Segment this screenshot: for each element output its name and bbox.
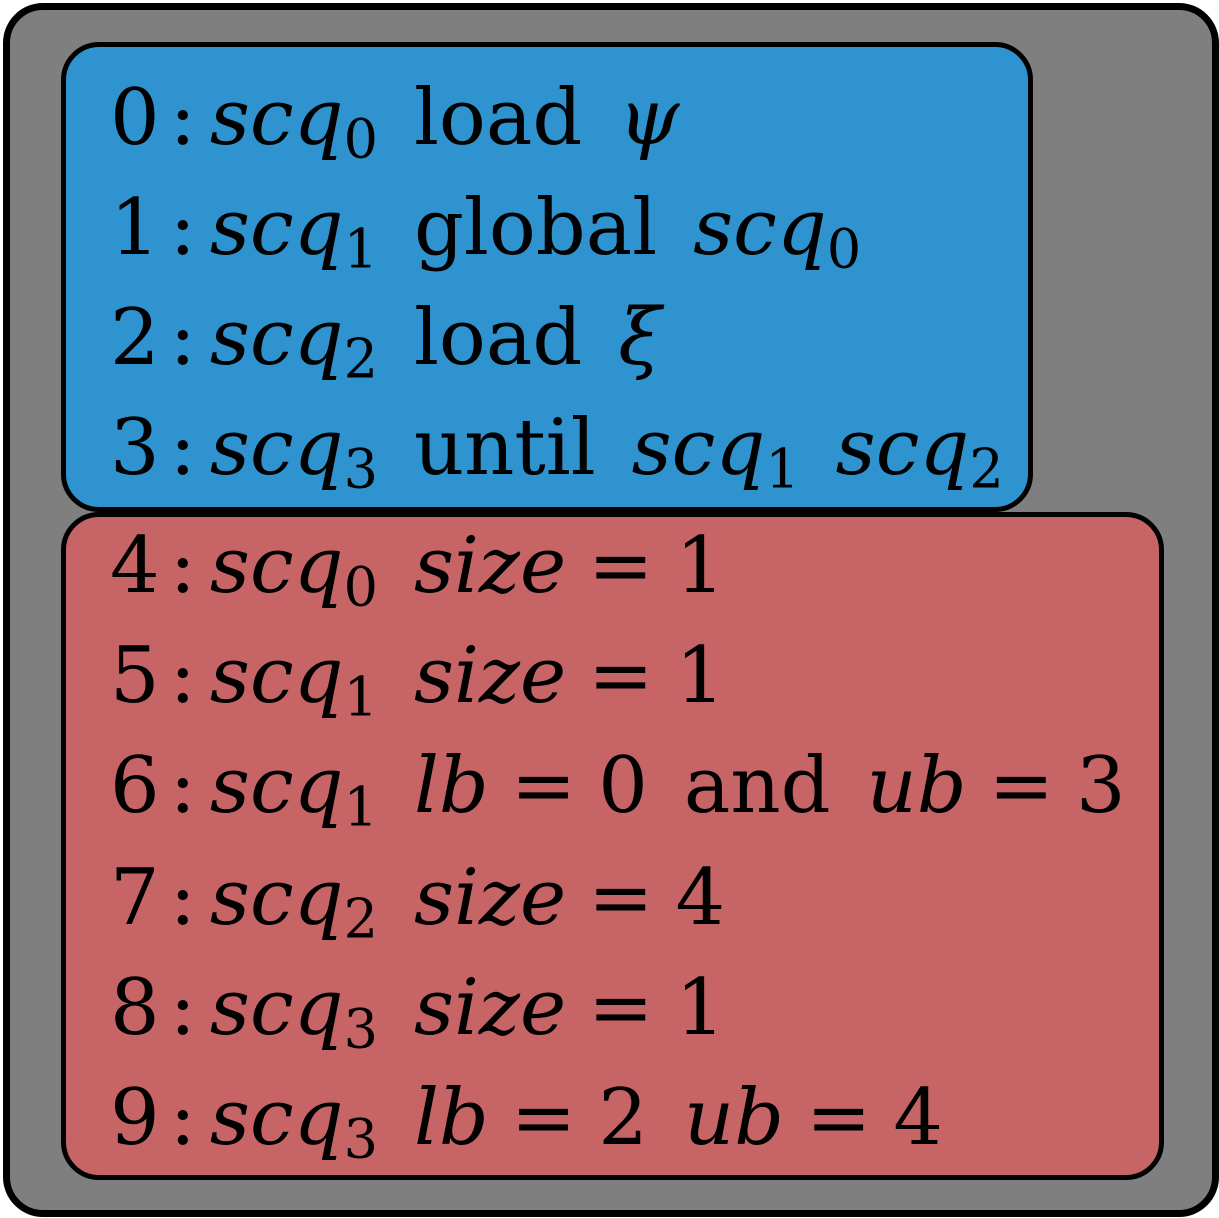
register-index: 2 xyxy=(343,327,378,391)
keyword: and xyxy=(683,741,831,831)
colon-separator: : xyxy=(169,183,196,273)
operator: = xyxy=(806,1073,872,1163)
operand-index: 2 xyxy=(969,437,1004,501)
parameter-name: lb xyxy=(413,741,489,831)
register-index: 1 xyxy=(343,665,378,729)
operator: = xyxy=(588,631,654,721)
colon-separator: : xyxy=(169,521,196,611)
register-index: 3 xyxy=(343,997,378,1061)
operator: = xyxy=(510,741,577,831)
register-index: 0 xyxy=(343,107,378,171)
colon-separator: : xyxy=(169,741,196,831)
colon-separator: : xyxy=(169,73,196,163)
operand-register: scq xyxy=(631,403,766,493)
register-name: scq xyxy=(209,853,344,943)
colon-separator: : xyxy=(169,631,196,721)
colon-separator: : xyxy=(169,293,196,383)
operand-index: 0 xyxy=(826,217,862,281)
number-value: 3 xyxy=(1076,741,1126,831)
register-name: scq xyxy=(209,403,344,493)
operand-register: scq xyxy=(835,403,970,493)
register-index: 1 xyxy=(343,775,378,839)
number-value: 4 xyxy=(893,1073,943,1163)
parameter-name: ub xyxy=(866,741,967,831)
parameter-name: size xyxy=(413,521,567,611)
parameter-name: size xyxy=(413,853,567,943)
register-index: 3 xyxy=(343,1107,378,1171)
instruction-line-2: 2: scq2 load ξ xyxy=(110,282,661,394)
register-index: 0 xyxy=(343,555,378,619)
parameter-name: lb xyxy=(413,1073,489,1163)
instruction-line-4: 4: scq0 size = 1 xyxy=(110,510,725,622)
line-number: 0 xyxy=(110,73,160,163)
register-name: scq xyxy=(209,73,344,163)
number-value: 0 xyxy=(598,741,648,831)
instruction-line-8: 8: scq3 size = 1 xyxy=(110,952,725,1064)
parameter-name: size xyxy=(413,631,567,721)
operator: = xyxy=(588,853,654,943)
formula-symbol: ξ xyxy=(618,293,662,383)
register-index: 2 xyxy=(343,887,378,951)
line-number: 5 xyxy=(110,631,160,721)
line-number: 3 xyxy=(110,403,160,493)
number-value: 4 xyxy=(675,853,726,943)
keyword: global xyxy=(413,183,658,273)
number-value: 1 xyxy=(675,521,726,611)
colon-separator: : xyxy=(169,1073,196,1163)
register-name: scq xyxy=(209,521,344,611)
keyword: load xyxy=(413,73,583,163)
colon-separator: : xyxy=(169,403,196,493)
number-value: 1 xyxy=(675,631,726,721)
number-value: 2 xyxy=(598,1073,648,1163)
register-name: scq xyxy=(209,293,344,383)
line-number: 7 xyxy=(110,853,160,943)
register-index: 1 xyxy=(343,217,378,281)
instruction-line-5: 5: scq1 size = 1 xyxy=(110,620,725,732)
operator: = xyxy=(988,741,1055,831)
instruction-line-0: 0: scq0 load ψ xyxy=(110,62,679,174)
line-number: 4 xyxy=(110,521,160,611)
formula-symbol: ψ xyxy=(618,73,680,163)
register-name: scq xyxy=(209,183,344,273)
instruction-line-3: 3: scq3 until scq1 scq2 xyxy=(110,392,1004,504)
line-number: 2 xyxy=(110,293,160,383)
colon-separator: : xyxy=(169,853,196,943)
keyword: load xyxy=(413,293,583,383)
register-name: scq xyxy=(209,631,344,721)
register-name: scq xyxy=(209,741,344,831)
instruction-line-9: 9: scq3 lb = 2 ub = 4 xyxy=(110,1062,943,1174)
operator: = xyxy=(588,963,654,1053)
instruction-line-7: 7: scq2 size = 4 xyxy=(110,842,725,954)
register-index: 3 xyxy=(343,437,378,501)
operator: = xyxy=(588,521,654,611)
parameter-name: ub xyxy=(683,1073,784,1163)
operand-register: scq xyxy=(693,183,827,273)
line-number: 9 xyxy=(110,1073,160,1163)
line-number: 1 xyxy=(110,183,160,273)
line-number: 6 xyxy=(110,741,160,831)
register-name: scq xyxy=(209,963,344,1053)
line-number: 8 xyxy=(110,963,160,1053)
keyword: until xyxy=(413,403,596,493)
colon-separator: : xyxy=(169,963,196,1053)
register-name: scq xyxy=(209,1073,344,1163)
parameter-name: size xyxy=(413,963,567,1053)
operand-index: 1 xyxy=(765,437,800,501)
number-value: 1 xyxy=(675,963,726,1053)
instruction-line-6: 6: scq1 lb = 0 and ub = 3 xyxy=(110,730,1126,842)
operator: = xyxy=(510,1073,577,1163)
instruction-line-1: 1: scq1 global scq0 xyxy=(110,172,861,284)
